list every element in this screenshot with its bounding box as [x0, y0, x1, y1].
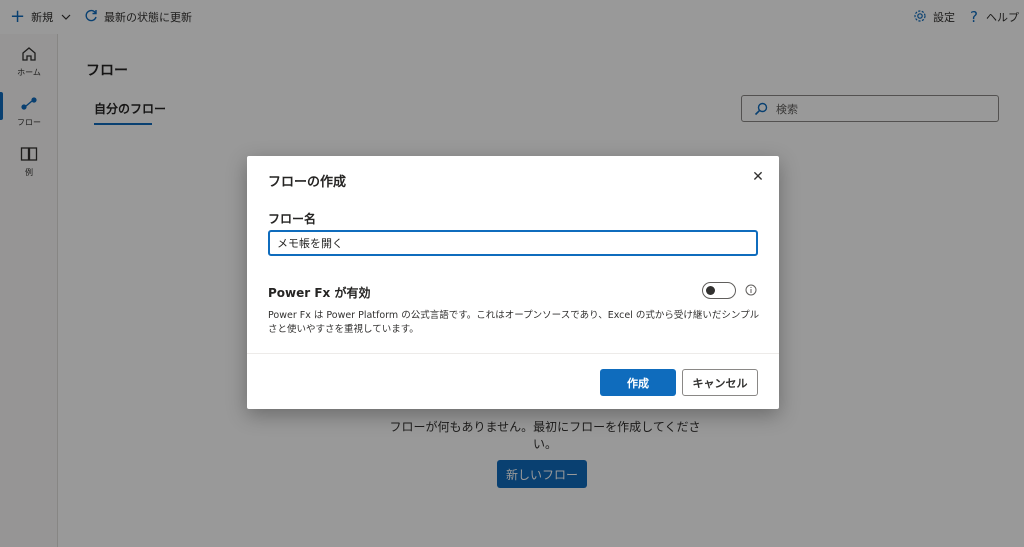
close-icon[interactable]: ✕: [750, 169, 766, 185]
powerfx-label: Power Fx が有効: [268, 286, 371, 300]
dialog-title: フローの作成: [268, 175, 347, 190]
powerfx-toggle[interactable]: [702, 282, 736, 299]
create-button[interactable]: 作成: [600, 369, 676, 396]
toggle-knob: [706, 286, 715, 295]
info-icon[interactable]: [745, 284, 757, 296]
create-flow-dialog: フローの作成 ✕ フロー名 Power Fx が有効 Power Fx は Po…: [247, 156, 779, 409]
dialog-footer-divider: [247, 353, 779, 354]
powerfx-description: Power Fx は Power Platform の公式言語です。これはオープ…: [268, 310, 760, 335]
cancel-button[interactable]: キャンセル: [682, 369, 758, 396]
flow-name-input[interactable]: [268, 230, 758, 256]
flow-name-label: フロー名: [268, 212, 317, 226]
